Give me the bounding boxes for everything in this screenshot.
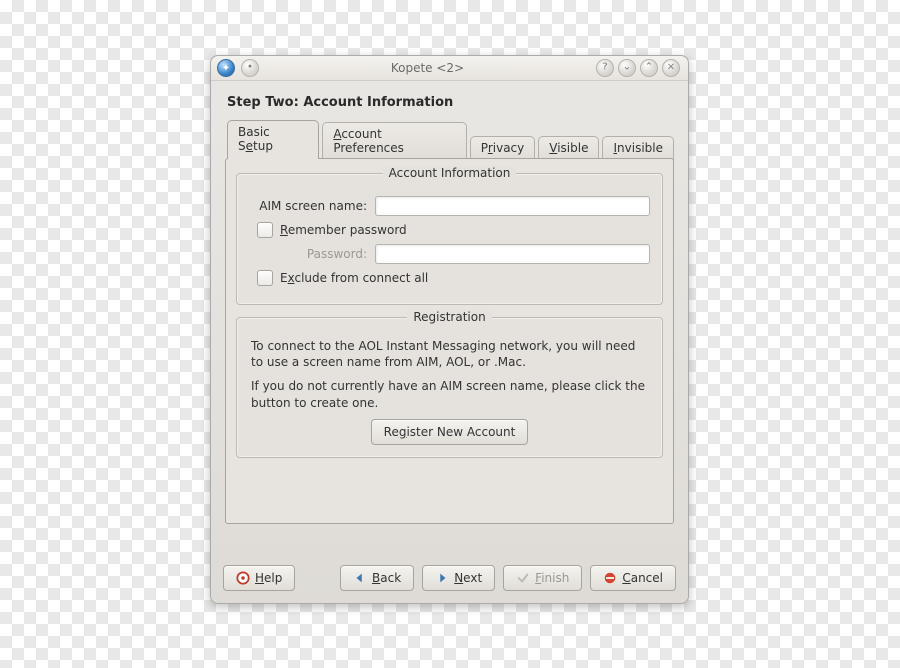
tab-account-preferences[interactable]: Account Preferences	[322, 122, 466, 160]
remember-password-label: Remember password	[280, 223, 407, 237]
row-screen-name: AIM screen name:	[249, 196, 650, 216]
next-button[interactable]: Next	[422, 565, 495, 591]
titlebar: ✦ • Kopete <2> ? ⌄ ⌃ ×	[211, 56, 688, 81]
button-label: Help	[255, 571, 282, 585]
group-registration: Registration To connect to the AOL Insta…	[236, 317, 663, 458]
close-button[interactable]: ×	[662, 59, 680, 77]
screen-name-label: AIM screen name:	[249, 199, 367, 213]
password-input	[375, 244, 650, 264]
help-titlebar-button[interactable]: ?	[596, 59, 614, 77]
tab-label: Visible	[549, 141, 588, 155]
help-button[interactable]: Help	[223, 565, 295, 591]
maximize-button[interactable]: ⌃	[640, 59, 658, 77]
minimize-button[interactable]: ⌄	[618, 59, 636, 77]
row-exclude-connect-all[interactable]: Exclude from connect all	[257, 270, 650, 286]
help-icon	[236, 571, 250, 585]
arrow-right-icon	[435, 571, 449, 585]
tab-privacy[interactable]: Privacy	[470, 136, 535, 160]
group-legend: Registration	[237, 310, 662, 324]
content-area: Step Two: Account Information Basic Setu…	[211, 81, 688, 557]
finish-button: Finish	[503, 565, 582, 591]
check-icon	[516, 571, 530, 585]
button-label: Register New Account	[384, 425, 516, 439]
group-legend: Account Information	[237, 166, 662, 180]
tab-label: Invisible	[613, 141, 663, 155]
row-remember-password[interactable]: Remember password	[257, 222, 650, 238]
button-label: Cancel	[622, 571, 663, 585]
wizard-button-bar: Help Back Next Finish Cancel	[211, 557, 688, 603]
screen-name-input[interactable]	[375, 196, 650, 216]
tab-invisible[interactable]: Invisible	[602, 136, 674, 160]
tab-label: Account Preferences	[333, 127, 404, 155]
registration-text-1: To connect to the AOL Instant Messaging …	[251, 338, 648, 370]
page-title: Step Two: Account Information	[227, 95, 672, 110]
cancel-button[interactable]: Cancel	[590, 565, 676, 591]
cancel-icon	[603, 571, 617, 585]
back-button[interactable]: Back	[340, 565, 414, 591]
window-title: Kopete <2>	[261, 61, 594, 75]
tab-visible[interactable]: Visible	[538, 136, 599, 160]
tab-basic-setup[interactable]: Basic Setup	[227, 120, 319, 159]
pin-button[interactable]: •	[241, 59, 259, 77]
button-label: Finish	[535, 571, 569, 585]
registration-text-2: If you do not currently have an AIM scre…	[251, 378, 648, 410]
tab-label: Basic Setup	[238, 125, 273, 153]
remember-password-checkbox[interactable]	[257, 222, 273, 238]
arrow-left-icon	[353, 571, 367, 585]
tab-label: Privacy	[481, 141, 524, 155]
exclude-connect-all-label: Exclude from connect all	[280, 271, 428, 285]
tab-bar: Basic Setup Account Preferences Privacy …	[225, 120, 674, 159]
button-label: Back	[372, 571, 401, 585]
dialog-window: ✦ • Kopete <2> ? ⌄ ⌃ × Step Two: Account…	[210, 55, 689, 604]
register-new-account-button[interactable]: Register New Account	[371, 419, 529, 445]
password-label: Password:	[249, 247, 367, 261]
exclude-connect-all-checkbox[interactable]	[257, 270, 273, 286]
tab-pane-basic-setup: Account Information AIM screen name: Rem…	[225, 158, 674, 524]
app-icon: ✦	[217, 59, 235, 77]
group-account-information: Account Information AIM screen name: Rem…	[236, 173, 663, 305]
button-label: Next	[454, 571, 482, 585]
row-password: Password:	[249, 244, 650, 264]
